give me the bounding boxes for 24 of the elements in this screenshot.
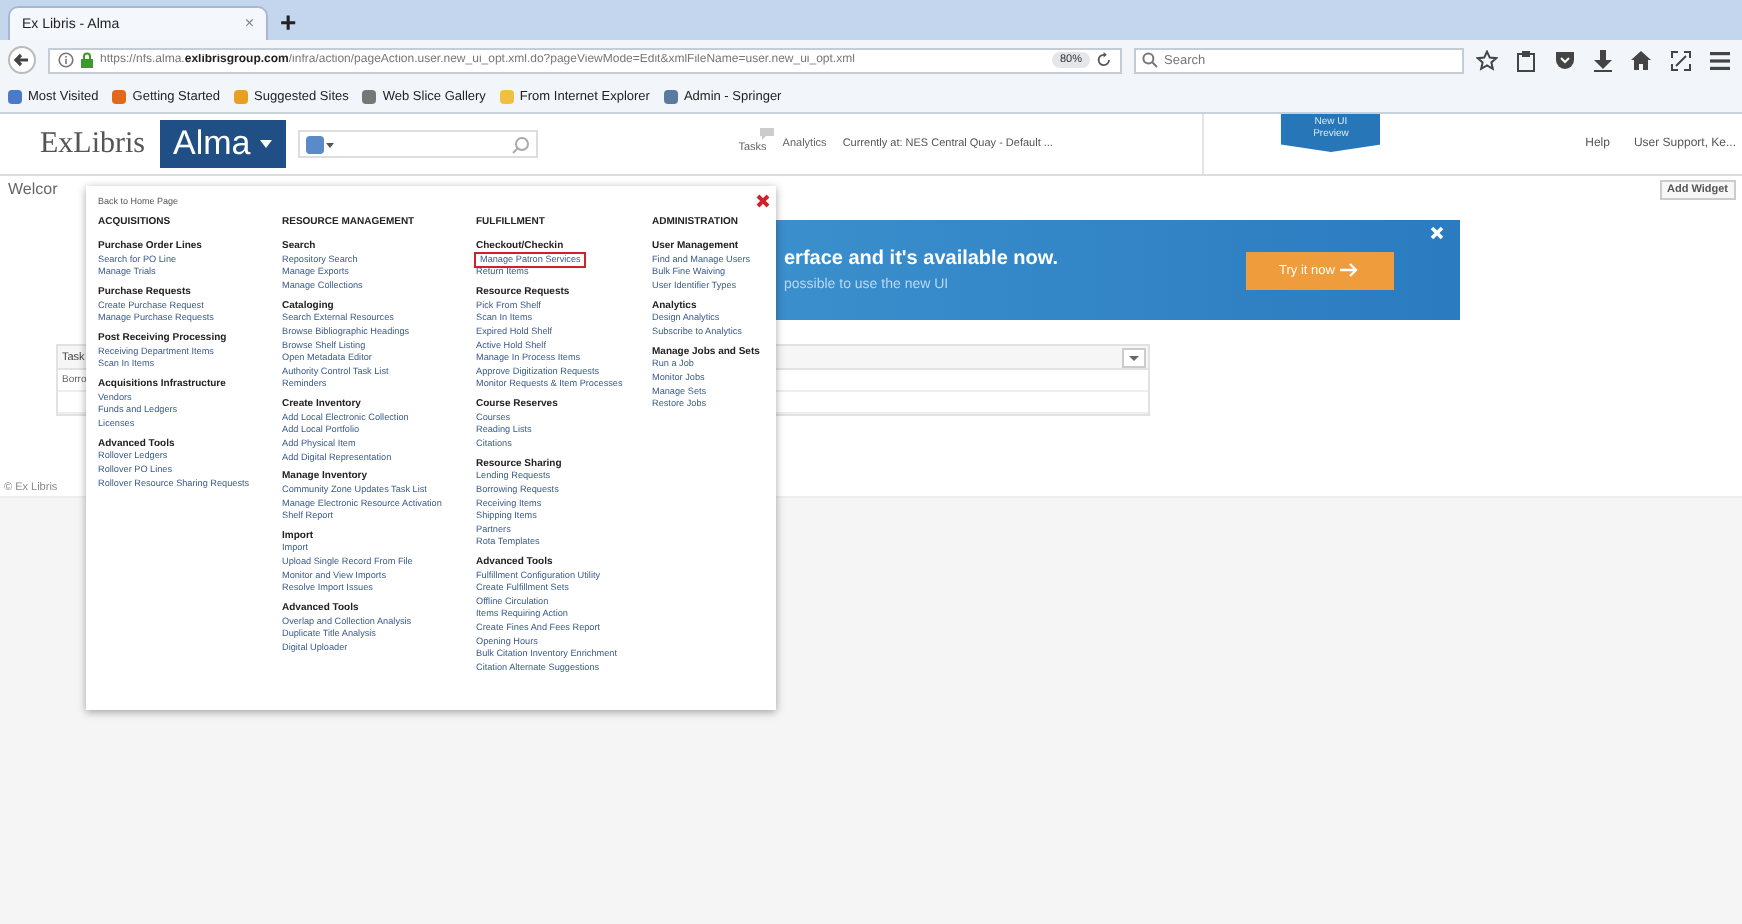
info-icon[interactable] — [58, 52, 74, 68]
reload-icon[interactable] — [1096, 52, 1112, 68]
clipboard-icon[interactable] — [1516, 49, 1536, 71]
alma-menu-button[interactable]: Alma — [159, 120, 287, 168]
download-icon[interactable] — [1594, 49, 1612, 71]
close-icon[interactable] — [756, 193, 770, 207]
speech-bubble-icon — [760, 128, 775, 140]
dropdown-icon[interactable] — [1122, 347, 1146, 367]
home-icon[interactable] — [1630, 50, 1652, 70]
star-icon[interactable] — [1476, 49, 1498, 71]
new-tab-button[interactable]: + — [280, 4, 297, 40]
lock-icon — [80, 52, 94, 68]
banner-headline: erface and it's available now. — [784, 248, 1061, 270]
exlibris-logo: ExLibris — [40, 127, 145, 161]
back-icon[interactable] — [8, 46, 36, 74]
search-type-icon[interactable] — [306, 135, 335, 153]
arrow-right-icon — [1340, 262, 1361, 278]
screenshot-icon[interactable] — [1670, 49, 1692, 71]
search-field[interactable] — [298, 130, 539, 158]
pocket-icon[interactable] — [1554, 50, 1576, 70]
welcome-text: Welcor — [8, 180, 58, 198]
search-icon — [1142, 52, 1158, 68]
caret-icon — [260, 140, 273, 148]
menu-icon[interactable] — [1710, 51, 1730, 69]
